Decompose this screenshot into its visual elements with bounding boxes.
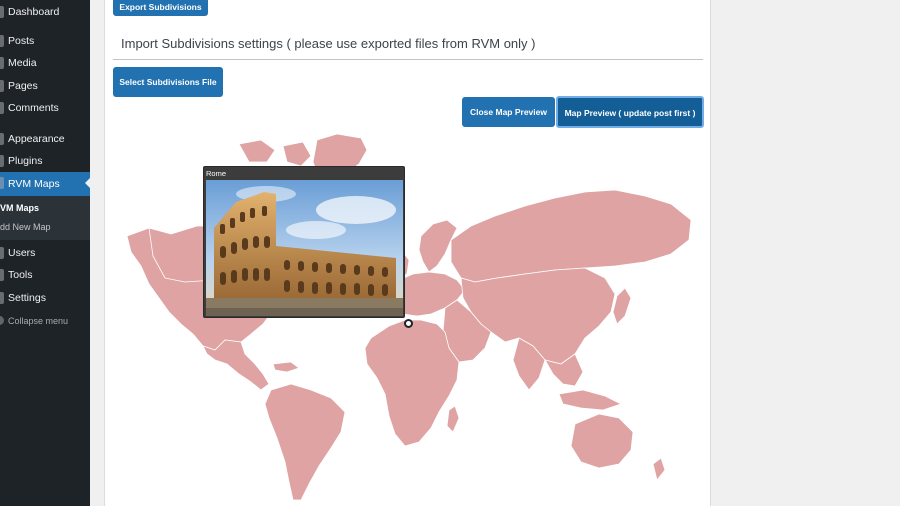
sidebar-item-label: Comments	[8, 102, 59, 114]
collapse-icon	[0, 316, 4, 325]
pages-icon	[0, 80, 4, 92]
sidebar-item-label: Pages	[8, 80, 38, 92]
map-icon	[0, 177, 4, 189]
map-preview-button[interactable]: Map Preview ( update post first )	[556, 96, 704, 128]
region-asia[interactable]	[460, 267, 616, 365]
select-subdivisions-file-button[interactable]: Select Subdivisions File	[113, 67, 223, 97]
location-tooltip: Rome	[203, 166, 405, 318]
sidebar-item-tools[interactable]: Tools	[0, 264, 90, 286]
region-caribbean[interactable]	[272, 361, 300, 373]
sidebar-item-users[interactable]: Users	[0, 242, 90, 264]
sidebar-item-label: Dashboard	[8, 6, 60, 18]
sidebar-item-label: Users	[8, 247, 36, 259]
sidebar-item-label: RVM Maps	[8, 178, 60, 190]
export-subdivisions-button[interactable]: Export Subdivisions	[113, 0, 208, 16]
sidebar-item-comments[interactable]: Comments	[0, 97, 90, 119]
section-divider	[113, 59, 703, 60]
tools-icon	[0, 269, 4, 281]
sidebar-item-label: Media	[8, 57, 37, 69]
collapse-menu-button[interactable]: Collapse menu	[0, 313, 90, 329]
sidebar-item-media[interactable]: Media	[0, 52, 90, 74]
region-russia[interactable]	[450, 189, 692, 283]
sidebar-item-plugins[interactable]: Plugins	[0, 150, 90, 172]
submenu-item-rvm-maps[interactable]: VM Maps	[0, 203, 90, 213]
pin-icon	[0, 35, 4, 47]
sidebar-item-pages[interactable]: Pages	[0, 75, 90, 97]
sidebar-item-label: Plugins	[8, 155, 43, 167]
colosseum-image	[206, 180, 403, 316]
sidebar-item-dashboard[interactable]: Dashboard	[0, 1, 90, 23]
map-settings-panel: Export Subdivisions Import Subdivisions …	[104, 0, 711, 506]
sidebar-item-rvm-maps[interactable]: RVM Maps	[0, 172, 91, 196]
sidebar-item-posts[interactable]: Posts	[0, 30, 90, 52]
region-arctic-islands[interactable]	[238, 139, 276, 163]
settings-icon	[0, 292, 4, 304]
brush-icon	[0, 133, 4, 145]
region-australia[interactable]	[570, 413, 634, 469]
sidebar-item-label: Posts	[8, 35, 35, 47]
sidebar-item-label: Tools	[8, 269, 33, 281]
region-arctic-islands[interactable]	[282, 141, 312, 167]
plugin-icon	[0, 155, 4, 167]
tooltip-title: Rome	[206, 169, 227, 178]
media-icon	[0, 57, 4, 69]
sidebar-item-label: Appearance	[8, 133, 65, 145]
comments-icon	[0, 102, 4, 114]
rome-map-marker[interactable]	[404, 319, 413, 328]
region-new-zealand[interactable]	[652, 457, 666, 481]
close-map-preview-button[interactable]: Close Map Preview	[462, 97, 555, 127]
region-madagascar[interactable]	[446, 405, 460, 433]
import-subdivisions-heading: Import Subdivisions settings ( please us…	[121, 36, 536, 51]
admin-sidebar: Dashboard Posts Media Pages Comments App…	[0, 0, 91, 506]
region-indonesia[interactable]	[558, 389, 622, 411]
sidebar-item-label: Settings	[8, 292, 46, 304]
sidebar-item-appearance[interactable]: Appearance	[0, 128, 90, 150]
collapse-menu-label: Collapse menu	[8, 316, 69, 326]
region-japan[interactable]	[612, 287, 632, 325]
world-map	[126, 133, 692, 501]
dashboard-icon	[0, 6, 4, 18]
sidebar-item-settings[interactable]: Settings	[0, 287, 90, 309]
users-icon	[0, 247, 4, 259]
region-africa[interactable]	[364, 319, 460, 447]
submenu-item-add-new-map[interactable]: dd New Map	[0, 222, 90, 232]
rvm-maps-submenu: VM Maps dd New Map	[0, 196, 90, 240]
current-page-arrow	[85, 177, 91, 189]
region-south-america[interactable]	[264, 383, 346, 501]
